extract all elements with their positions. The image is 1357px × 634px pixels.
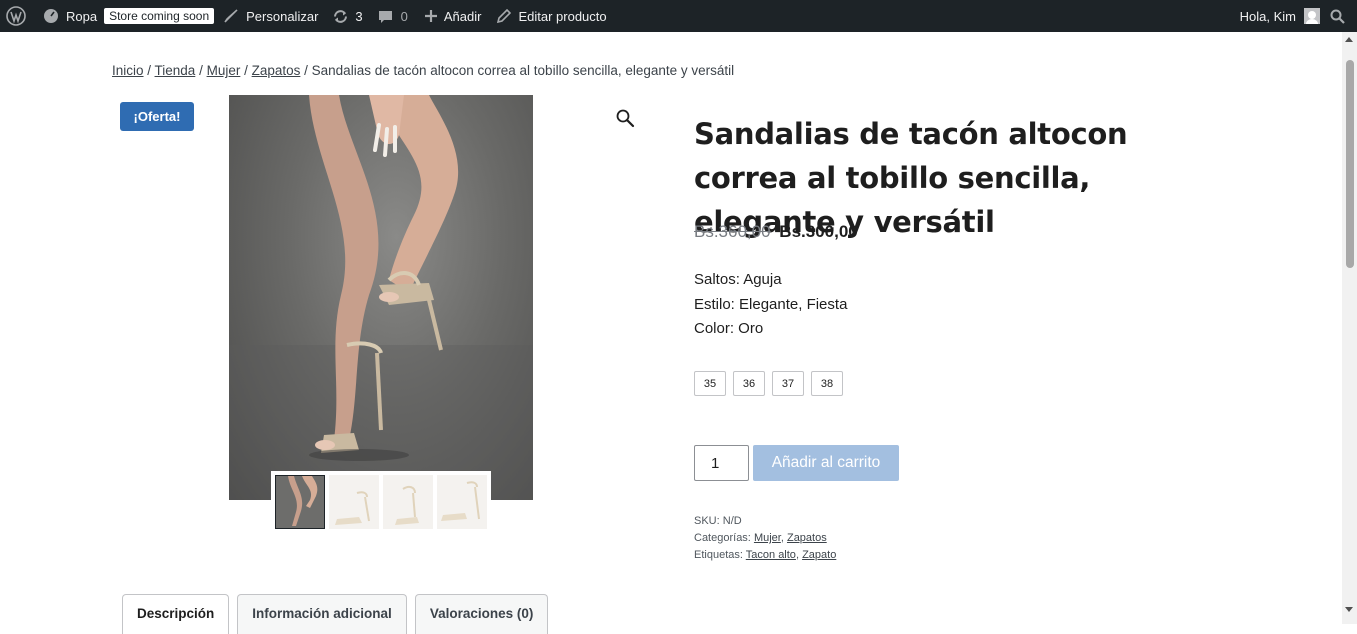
tab-valoraciones[interactable]: Valoraciones (0) <box>414 594 549 634</box>
breadcrumb-separator: / <box>240 63 252 78</box>
categories-row: Categorías: Mujer, Zapatos <box>694 532 827 544</box>
size-option-38[interactable]: 38 <box>811 371 843 396</box>
product-price: Bs.360,00 Bs.300,00 <box>694 222 858 242</box>
scroll-down-arrow[interactable] <box>1345 607 1353 612</box>
page-scrollbar[interactable] <box>1342 32 1357 624</box>
dashboard-icon <box>44 9 58 23</box>
tab-informacion-adicional[interactable]: Información adicional <box>237 594 407 634</box>
thumbnail-4[interactable] <box>437 475 487 529</box>
edit-product-button[interactable]: Editar producto <box>488 0 613 32</box>
quantity-input[interactable] <box>694 445 749 481</box>
admin-bar: Ropa Store coming soon Personalizar 3 0 … <box>0 0 1357 32</box>
sale-badge: ¡Oferta! <box>120 102 194 131</box>
customize-button[interactable]: Personalizar <box>214 0 325 32</box>
store-coming-soon-badge[interactable]: Store coming soon <box>104 8 215 24</box>
greeting-label: Hola, Kim <box>1239 8 1296 24</box>
scroll-thumb[interactable] <box>1346 60 1354 268</box>
pencil-icon <box>497 9 512 23</box>
price-regular: Bs.360,00 <box>694 222 771 241</box>
plus-icon <box>424 10 437 22</box>
site-name-menu[interactable]: Ropa <box>33 0 104 32</box>
tags-label: Etiquetas: <box>694 549 743 561</box>
tags-row: Etiquetas: Tacon alto, Zapato <box>694 549 837 561</box>
breadcrumb-current: Sandalias de tacón altocon correa al tob… <box>311 63 735 78</box>
product-meta: SKU: N/D Categorías: Mujer, Zapatos Etiq… <box>694 513 836 564</box>
product-thumbnails <box>271 471 491 531</box>
breadcrumb: Inicio / Tienda / Mujer / Zapatos / Sand… <box>112 63 734 78</box>
comment-icon <box>378 10 392 23</box>
thumbnail-1[interactable] <box>275 475 325 529</box>
breadcrumb-link-tienda[interactable]: Tienda <box>155 63 196 78</box>
categories-label: Categorías: <box>694 532 751 544</box>
comments-button[interactable]: 0 <box>370 0 415 32</box>
breadcrumb-link-zapatos[interactable]: Zapatos <box>252 63 301 78</box>
add-new-button[interactable]: Añadir <box>415 0 489 32</box>
price-sale: Bs.300,00 <box>779 222 858 241</box>
size-option-35[interactable]: 35 <box>694 371 726 396</box>
add-to-cart-button[interactable]: Añadir al carrito <box>753 445 899 481</box>
product-tabs: Descripción Información adicional Valora… <box>122 594 549 634</box>
brush-icon <box>224 9 238 23</box>
product-main-image[interactable] <box>229 95 533 500</box>
description-line-heels: Saltos: Aguja <box>694 271 782 288</box>
breadcrumb-link-inicio[interactable]: Inicio <box>112 63 144 78</box>
sku-value: N/D <box>722 515 742 527</box>
updates-button[interactable]: 3 <box>325 0 369 32</box>
site-name-label: Ropa <box>66 8 98 24</box>
tag-link-zapato[interactable]: Zapato <box>802 549 836 561</box>
tag-link-tacon-alto[interactable]: Tacon alto <box>746 549 796 561</box>
updates-icon <box>334 9 348 23</box>
description-line-color: Color: Oro <box>694 320 764 337</box>
size-option-37[interactable]: 37 <box>772 371 804 396</box>
size-swatches: 35 36 37 38 <box>694 371 843 396</box>
size-option-36[interactable]: 36 <box>733 371 765 396</box>
breadcrumb-separator: / <box>300 63 312 78</box>
thumbnail-2[interactable] <box>329 475 379 529</box>
wordpress-icon <box>6 6 26 26</box>
scroll-up-arrow[interactable] <box>1345 37 1353 42</box>
customize-label: Personalizar <box>246 8 319 24</box>
breadcrumb-link-mujer[interactable]: Mujer <box>207 63 241 78</box>
my-account-menu[interactable]: Hola, Kim <box>1233 0 1326 32</box>
sku-label: SKU: <box>694 515 720 527</box>
comments-count: 0 <box>400 8 408 24</box>
product-short-description: Saltos: Aguja Estilo: Elegante, Fiesta C… <box>694 268 847 342</box>
add-new-label: Añadir <box>443 8 482 24</box>
avatar <box>1304 8 1320 24</box>
wordpress-logo-button[interactable] <box>0 0 33 32</box>
category-link-zapatos[interactable]: Zapatos <box>787 532 827 544</box>
admin-search-button[interactable] <box>1326 0 1349 32</box>
search-icon <box>1330 9 1345 24</box>
thumbnail-3[interactable] <box>383 475 433 529</box>
updates-count: 3 <box>355 8 363 24</box>
category-link-mujer[interactable]: Mujer <box>754 532 781 544</box>
tab-descripcion[interactable]: Descripción <box>122 594 230 634</box>
breadcrumb-separator: / <box>143 63 155 78</box>
breadcrumb-separator: / <box>195 63 207 78</box>
sku-row: SKU: N/D <box>694 513 836 530</box>
edit-product-label: Editar producto <box>518 8 607 24</box>
zoom-icon[interactable] <box>615 108 637 130</box>
description-line-style: Estilo: Elegante, Fiesta <box>694 295 848 313</box>
